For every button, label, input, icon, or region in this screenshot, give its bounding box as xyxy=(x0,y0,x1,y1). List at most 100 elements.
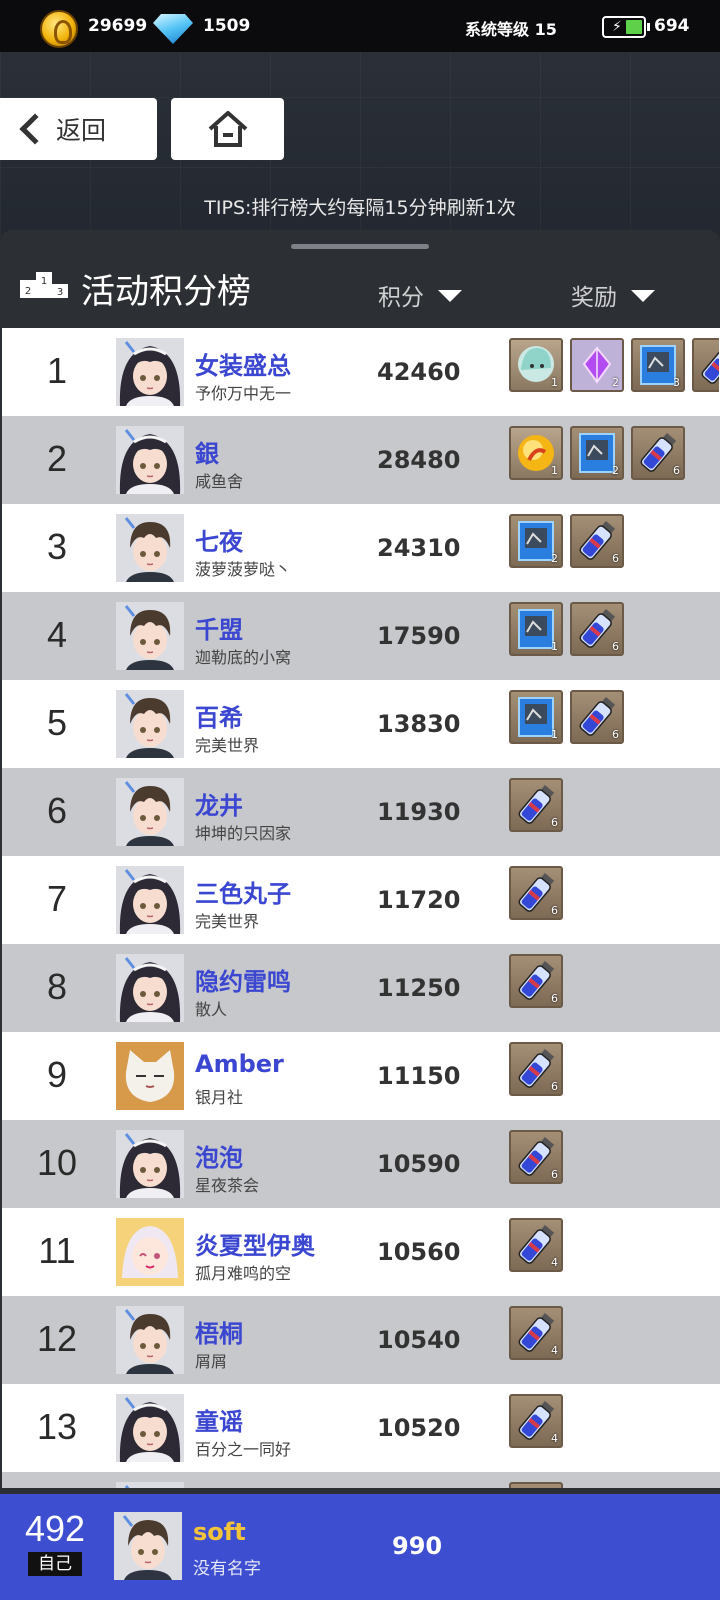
potion-reward-item[interactable]: 6 xyxy=(570,690,624,744)
blue-card-reward-item[interactable]: 1 xyxy=(509,602,563,656)
boy-avatar-icon xyxy=(116,690,184,758)
table-row[interactable]: 9 Amber 银月社 11150 6 xyxy=(2,1032,720,1120)
blue-card-reward-item[interactable]: 2 xyxy=(570,426,624,480)
purple-crystal-reward-item[interactable]: 2 xyxy=(570,338,624,392)
back-button[interactable]: 返回 xyxy=(0,98,157,160)
girl-avatar-icon xyxy=(116,866,184,934)
home-icon xyxy=(208,111,247,147)
table-row[interactable]: 3 七夜 菠萝菠萝哒丶 24310 2 6 xyxy=(2,504,720,592)
self-rank-bar[interactable]: 492 自己 soft 没有名字 990 xyxy=(0,1494,720,1600)
blue-card-reward-item[interactable]: 3 xyxy=(631,338,685,392)
table-row[interactable]: 5 百希 完美世界 13830 1 6 xyxy=(2,680,720,768)
player-avatar[interactable] xyxy=(116,1042,184,1110)
sort-by-reward[interactable]: 奖励 xyxy=(571,278,655,312)
player-name[interactable]: 炎夏型伊奥 xyxy=(195,1226,315,1261)
player-avatar[interactable] xyxy=(116,514,184,582)
blue-card-reward-item[interactable]: 1 xyxy=(509,690,563,744)
player-guild: 散人 xyxy=(195,1000,228,1019)
sort-by-score[interactable]: 积分 xyxy=(378,278,462,312)
player-avatar[interactable] xyxy=(116,602,184,670)
player-guild: 百分之一同好 xyxy=(195,1440,292,1459)
potion-reward-item[interactable]: 6 xyxy=(570,514,624,568)
reward-count: 1 xyxy=(551,640,558,653)
home-button[interactable] xyxy=(171,98,284,160)
table-row[interactable]: 12 梧桐 屑屑 10540 4 xyxy=(2,1296,720,1384)
potion-reward-item[interactable]: 6 xyxy=(570,602,624,656)
player-avatar[interactable] xyxy=(116,426,184,494)
table-row[interactable]: 7 三色丸子 完美世界 11720 6 xyxy=(2,856,720,944)
player-avatar[interactable] xyxy=(116,1218,184,1286)
potion-reward-item[interactable]: 6 xyxy=(509,954,563,1008)
table-row[interactable]: 1 女装盛总 予你万中无一 42460 1 2 3 xyxy=(2,328,720,416)
player-name[interactable]: 童谣 xyxy=(195,1402,243,1437)
table-row[interactable]: 2 銀咸鱼舍 28480 1 2 6 xyxy=(2,416,720,504)
player-avatar[interactable] xyxy=(116,1306,184,1374)
self-score: 990 xyxy=(392,1532,443,1560)
table-row[interactable]: 13 童谣 百分之一同好 10520 4 xyxy=(2,1384,720,1472)
rank-number: 12 xyxy=(36,1318,78,1359)
potion-reward-item[interactable]: 6 xyxy=(509,1130,563,1184)
gold-orb-reward-item[interactable]: 1 xyxy=(509,426,563,480)
board-title: 活动积分榜 xyxy=(81,272,251,312)
player-name[interactable]: 隐约雷鸣 xyxy=(195,962,291,997)
player-avatar[interactable] xyxy=(116,778,184,846)
boy-avatar-icon xyxy=(116,514,184,582)
girl-avatar-icon xyxy=(116,426,184,494)
character-token-reward-item[interactable]: 1 xyxy=(509,338,563,392)
player-avatar[interactable] xyxy=(116,690,184,758)
player-name[interactable]: 三色丸子 xyxy=(195,874,291,909)
potion-reward-item[interactable]: 6 xyxy=(509,866,563,920)
potion-reward-item[interactable] xyxy=(509,1482,563,1488)
self-avatar[interactable] xyxy=(114,1512,182,1580)
table-row[interactable]: 4 千盟 迦勒底的小窝 17590 1 6 xyxy=(2,592,720,680)
reward-list: 1 2 3 xyxy=(509,338,719,392)
player-avatar[interactable] xyxy=(116,866,184,934)
player-guild: 予你万中无一 xyxy=(195,384,292,403)
blue-card-reward-item[interactable]: 2 xyxy=(509,514,563,568)
reward-list: 26 xyxy=(509,514,719,568)
player-name[interactable]: 七夜 xyxy=(195,522,243,557)
player-avatar[interactable] xyxy=(116,1482,184,1488)
player-guild: 完美世界 xyxy=(195,912,260,931)
player-name[interactable]: 銀 xyxy=(195,434,219,469)
player-avatar[interactable] xyxy=(116,954,184,1022)
table-row[interactable]: 10 泡泡 星夜茶会 10590 6 xyxy=(2,1120,720,1208)
player-name[interactable]: 百希 xyxy=(195,698,243,733)
player-name[interactable]: Amber xyxy=(195,1050,284,1078)
potion-reward-item[interactable]: 6 xyxy=(509,1042,563,1096)
potion-reward-item[interactable]: 4 xyxy=(509,1394,563,1448)
player-name[interactable]: 千盟 xyxy=(195,610,243,645)
table-row[interactable] xyxy=(2,1472,720,1488)
refresh-tips: TIPS:排行榜大约每隔15分钟刷新1次 xyxy=(204,197,516,219)
girl-avatar-icon xyxy=(116,1482,184,1488)
player-name[interactable]: 泡泡 xyxy=(195,1138,243,1173)
potion-reward-item[interactable]: 6 xyxy=(509,778,563,832)
drag-handle[interactable] xyxy=(291,244,429,249)
table-row[interactable]: 8 隐约雷鸣 散人 11250 6 xyxy=(2,944,720,1032)
potion-reward-item[interactable] xyxy=(692,338,719,392)
svg-text:2: 2 xyxy=(25,286,31,297)
player-score: 11250 xyxy=(377,974,461,1002)
player-avatar[interactable] xyxy=(116,1130,184,1198)
table-row[interactable]: 6 龙井 坤坤的只因家 11930 6 xyxy=(2,768,720,856)
player-guild: 星夜茶会 xyxy=(195,1176,260,1195)
table-row[interactable]: 11 炎夏型伊奥 孤月难鸣的空 10560 4 xyxy=(2,1208,720,1296)
player-guild: 迦勒底的小窝 xyxy=(195,648,292,667)
rank-number: 1 xyxy=(46,350,68,391)
reward-header-label: 奖励 xyxy=(571,285,617,311)
player-name[interactable]: 女装盛总 xyxy=(195,346,291,381)
reward-count: 6 xyxy=(551,904,558,917)
potion-reward-item[interactable]: 6 xyxy=(631,426,685,480)
self-name: soft xyxy=(193,1518,246,1546)
player-avatar[interactable] xyxy=(116,1394,184,1462)
caret-down-icon xyxy=(438,290,462,302)
girl-avatar-icon xyxy=(116,338,184,406)
player-name[interactable]: 龙井 xyxy=(195,786,243,821)
player-name[interactable]: 梧桐 xyxy=(195,1314,243,1349)
potion-reward-item[interactable]: 4 xyxy=(509,1218,563,1272)
potion-reward-item[interactable]: 4 xyxy=(509,1306,563,1360)
player-avatar[interactable] xyxy=(116,338,184,406)
ranking-list[interactable]: 1 女装盛总 予你万中无一 42460 1 2 3 2 銀咸鱼舍 28480 1 2 6 3 七夜 菠萝菠萝哒… xyxy=(2,328,720,1488)
reward-list: 4 xyxy=(509,1394,719,1448)
reward-count: 6 xyxy=(551,1168,558,1181)
